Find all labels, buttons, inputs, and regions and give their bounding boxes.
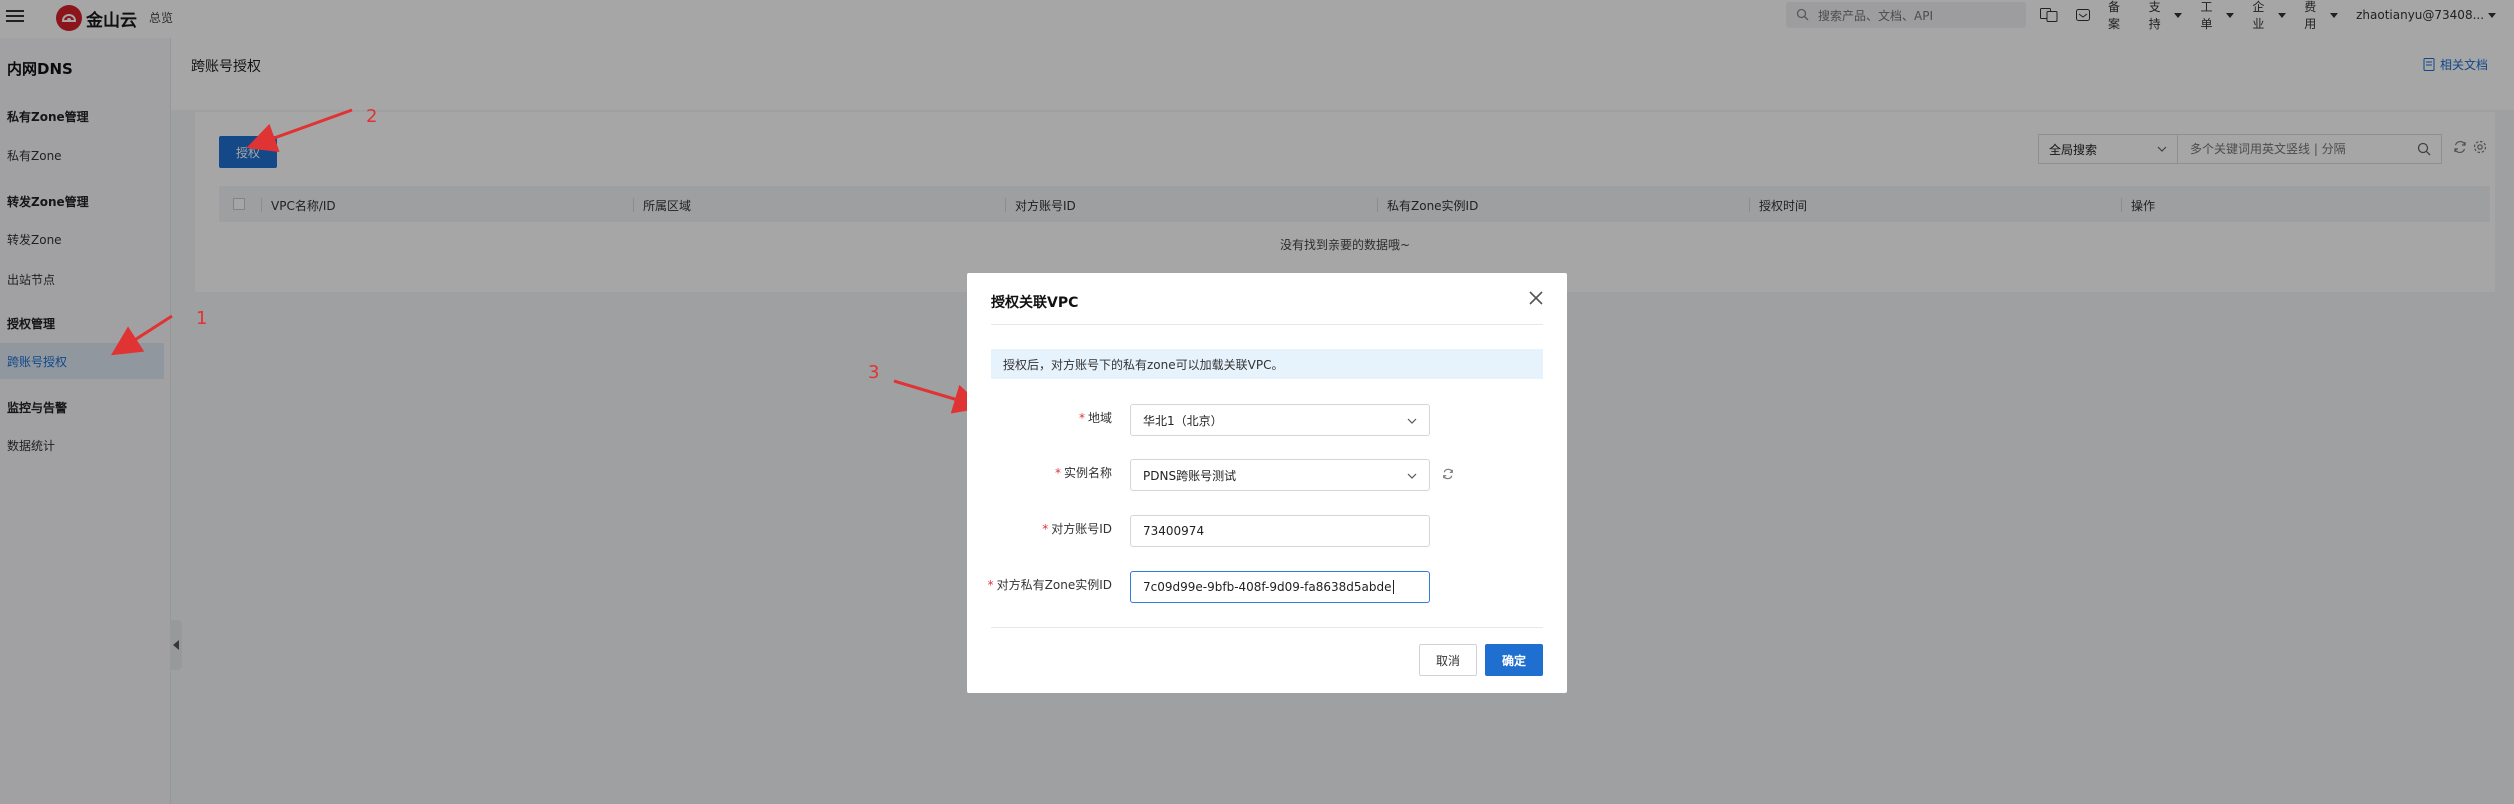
account-label: * 对方账号ID: [967, 520, 1112, 537]
refresh-icon[interactable]: [1442, 468, 1454, 480]
required-mark: *: [1078, 411, 1085, 425]
instance-label-text: 实例名称: [1063, 466, 1112, 480]
region-label: * 地域: [967, 409, 1112, 426]
zone-id-input-value: 7c09d99e-9bfb-408f-9d09-fa8638d5abde: [1143, 580, 1392, 594]
cancel-button[interactable]: 取消: [1419, 644, 1477, 676]
region-select[interactable]: 华北1（北京）: [1130, 404, 1430, 436]
region-label-text: 地域: [1087, 411, 1112, 425]
annotation-label-1: 1: [196, 308, 208, 329]
account-label-text: 对方账号ID: [1051, 522, 1112, 536]
text-cursor: [1392, 580, 1394, 594]
instance-select[interactable]: PDNS跨账号测试: [1130, 459, 1430, 491]
zone-id-label-text: 对方私有Zone实例ID: [996, 578, 1112, 592]
required-mark: *: [987, 578, 994, 592]
instance-select-value: PDNS跨账号测试: [1143, 468, 1237, 483]
required-mark: *: [1054, 466, 1061, 480]
required-mark: *: [1042, 522, 1049, 536]
zone-id-input[interactable]: 7c09d99e-9bfb-408f-9d09-fa8638d5abde: [1130, 571, 1430, 603]
annotation-label-2: 2: [366, 106, 378, 127]
confirm-button[interactable]: 确定: [1485, 644, 1543, 676]
dialog-divider-top: [991, 324, 1543, 325]
chevron-down-icon: [1407, 473, 1417, 479]
chevron-down-icon: [1407, 418, 1417, 424]
zone-id-label: * 对方私有Zone实例ID: [967, 576, 1112, 593]
region-select-value: 华北1（北京）: [1143, 413, 1223, 428]
dialog-divider-bottom: [991, 627, 1543, 628]
annotation-arrow-3: [893, 379, 984, 414]
close-icon[interactable]: [1527, 289, 1545, 307]
dialog-title: 授权关联VPC: [991, 295, 1079, 311]
info-alert: 授权后，对方账号下的私有zone可以加载关联VPC。: [991, 349, 1543, 379]
authorize-vpc-dialog: 授权关联VPC 授权后，对方账号下的私有zone可以加载关联VPC。 * 地域 华…: [967, 273, 1567, 693]
annotation-arrow-2: [246, 108, 353, 152]
annotation-arrow-1: [110, 314, 173, 356]
account-id-input[interactable]: 73400974: [1130, 515, 1430, 547]
annotation-label-3: 3: [868, 362, 880, 383]
instance-label: * 实例名称: [967, 464, 1112, 481]
